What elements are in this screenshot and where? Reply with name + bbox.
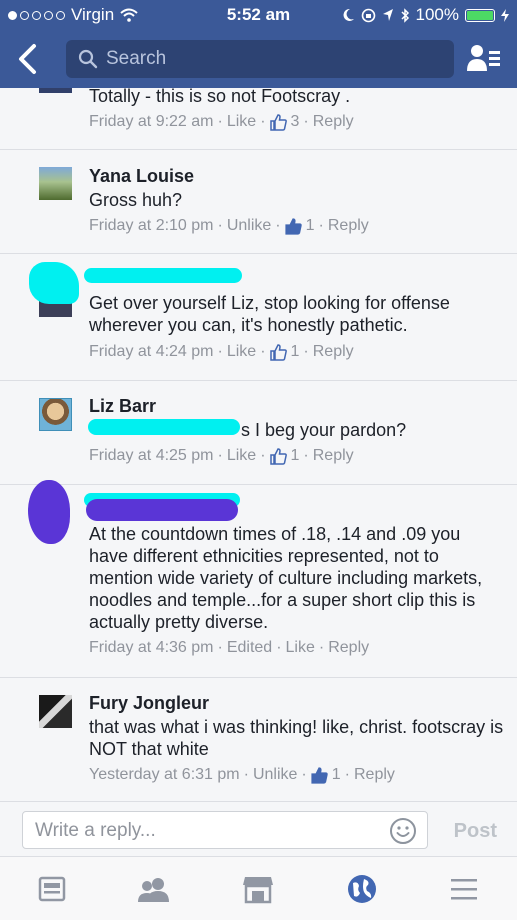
comment-text: Get over yourself Liz, stop looking for … bbox=[89, 293, 450, 335]
comment-time[interactable]: Yesterday at 6:31 pm bbox=[89, 766, 240, 784]
unlike-link[interactable]: Unlike bbox=[253, 766, 297, 784]
tab-friend-requests[interactable] bbox=[136, 871, 172, 907]
reply-input[interactable]: Write a reply... bbox=[22, 811, 428, 849]
avatar[interactable] bbox=[39, 88, 72, 93]
tab-notifications[interactable] bbox=[344, 871, 380, 907]
nav-bar: Search bbox=[0, 30, 517, 88]
avatar[interactable] bbox=[39, 398, 72, 431]
friend-requests-button[interactable] bbox=[467, 43, 501, 78]
tab-news-feed[interactable] bbox=[34, 871, 70, 907]
avatar[interactable] bbox=[39, 167, 72, 200]
comment-time[interactable]: Friday at 9:22 am bbox=[89, 113, 214, 131]
like-link[interactable]: Like bbox=[227, 113, 256, 131]
comment-text: Gross huh? bbox=[89, 190, 183, 210]
commenter-name[interactable]: Yana Louise bbox=[89, 166, 194, 187]
like-link[interactable]: Like bbox=[227, 447, 256, 465]
thumbs-up-icon bbox=[269, 447, 287, 465]
comment-time[interactable]: Friday at 4:25 pm bbox=[89, 447, 214, 465]
chevron-left-icon bbox=[19, 44, 36, 74]
reply-link[interactable]: Reply bbox=[328, 217, 369, 235]
tab-bar bbox=[0, 856, 517, 920]
search-input[interactable]: Search bbox=[66, 40, 454, 78]
like-link[interactable]: Like bbox=[227, 343, 256, 361]
comment-text: At the countdown times of .18, .14 and .… bbox=[89, 524, 483, 632]
marketplace-icon bbox=[243, 877, 273, 904]
moon-icon bbox=[343, 8, 354, 21]
comment-item: Get over yourself Liz, stop looking for … bbox=[0, 254, 517, 381]
comment-time[interactable]: Friday at 4:36 pm bbox=[89, 639, 214, 657]
tab-menu[interactable] bbox=[446, 871, 482, 907]
charging-icon bbox=[501, 8, 509, 22]
comment-item: Fury Jongleur that was what i was thinki… bbox=[0, 678, 517, 801]
reply-link[interactable]: Reply bbox=[313, 343, 354, 361]
comment-text: Totally - this is so not Footscray . bbox=[89, 88, 351, 106]
edited-label[interactable]: Edited bbox=[227, 639, 272, 657]
friend-requests-icon bbox=[467, 45, 500, 71]
commenter-name[interactable]: Liz Barr bbox=[89, 396, 156, 417]
comment-time[interactable]: Friday at 4:24 pm bbox=[89, 343, 214, 361]
battery-icon bbox=[465, 8, 495, 22]
back-button[interactable] bbox=[14, 42, 44, 76]
unlike-link[interactable]: Unlike bbox=[227, 217, 271, 235]
comment-meta: Friday at 4:24 pm · Like · 1 · Reply bbox=[89, 343, 354, 361]
status-right: 100% bbox=[342, 5, 509, 25]
redaction-scribble bbox=[29, 262, 79, 304]
comment-meta: Yesterday at 6:31 pm · Unlike · 1 · Reply bbox=[89, 766, 395, 784]
thumbs-up-icon bbox=[311, 766, 328, 784]
location-icon bbox=[382, 9, 393, 21]
battery-label: 100% bbox=[415, 5, 459, 24]
redaction-scribble bbox=[86, 499, 238, 521]
friends-icon bbox=[138, 878, 169, 902]
like-count: 1 bbox=[290, 447, 300, 464]
comment-meta: Friday at 2:10 pm · Unlike · 1 · Reply bbox=[89, 217, 369, 235]
redaction-scribble bbox=[88, 419, 240, 435]
avatar[interactable] bbox=[39, 695, 72, 728]
comment-meta: Friday at 4:25 pm · Like · 1 · Reply bbox=[89, 447, 354, 465]
emoji-icon[interactable] bbox=[389, 817, 417, 845]
comment-meta: Friday at 4:36 pm · Edited · Like · Reply bbox=[89, 639, 370, 657]
search-icon bbox=[78, 49, 98, 69]
status-bar: Virgin 5:52 am 100% bbox=[0, 0, 517, 30]
like-count: 3 bbox=[290, 113, 300, 130]
comment-item: Totally - this is so not Footscray . Fri… bbox=[0, 88, 517, 150]
menu-icon bbox=[451, 879, 477, 900]
redaction-scribble bbox=[28, 480, 70, 544]
comment-item: At the countdown times of .18, .14 and .… bbox=[0, 480, 517, 678]
thumbs-up-icon bbox=[269, 113, 287, 131]
news-feed-icon bbox=[38, 876, 66, 902]
comments-feed[interactable]: Totally - this is so not Footscray . Fri… bbox=[0, 88, 517, 801]
reply-composer: Write a reply... Post bbox=[0, 801, 517, 857]
comment-item: Yana Louise Gross huh? Friday at 2:10 pm… bbox=[0, 150, 517, 254]
reply-link[interactable]: Reply bbox=[328, 639, 369, 657]
thumbs-up-icon bbox=[269, 343, 287, 361]
like-link[interactable]: Like bbox=[286, 639, 315, 657]
like-count: 1 bbox=[290, 343, 300, 360]
reply-link[interactable]: Reply bbox=[313, 447, 354, 465]
tab-marketplace[interactable] bbox=[240, 871, 276, 907]
like-count: 1 bbox=[331, 766, 341, 783]
rotation-lock-icon bbox=[361, 8, 375, 22]
reply-link[interactable]: Reply bbox=[313, 113, 354, 131]
comment-text: that was what i was thinking! like, chri… bbox=[89, 717, 504, 759]
bluetooth-icon bbox=[400, 7, 409, 23]
reply-placeholder: Write a reply... bbox=[35, 820, 156, 841]
comment-item: Liz Barr s I beg your pardon? Friday at … bbox=[0, 381, 517, 485]
comment-text: s I beg your pardon? bbox=[241, 420, 407, 440]
comment-meta: Friday at 9:22 am · Like · 3 · Reply bbox=[89, 113, 354, 131]
thumbs-up-icon bbox=[285, 217, 302, 235]
reply-link[interactable]: Reply bbox=[354, 766, 395, 784]
comment-time[interactable]: Friday at 2:10 pm bbox=[89, 217, 214, 235]
search-placeholder: Search bbox=[106, 48, 167, 69]
post-button[interactable]: Post bbox=[454, 820, 497, 843]
like-count: 1 bbox=[305, 217, 315, 234]
commenter-name[interactable]: Fury Jongleur bbox=[89, 693, 209, 714]
globe-icon bbox=[348, 875, 376, 903]
redaction-scribble bbox=[84, 268, 242, 283]
